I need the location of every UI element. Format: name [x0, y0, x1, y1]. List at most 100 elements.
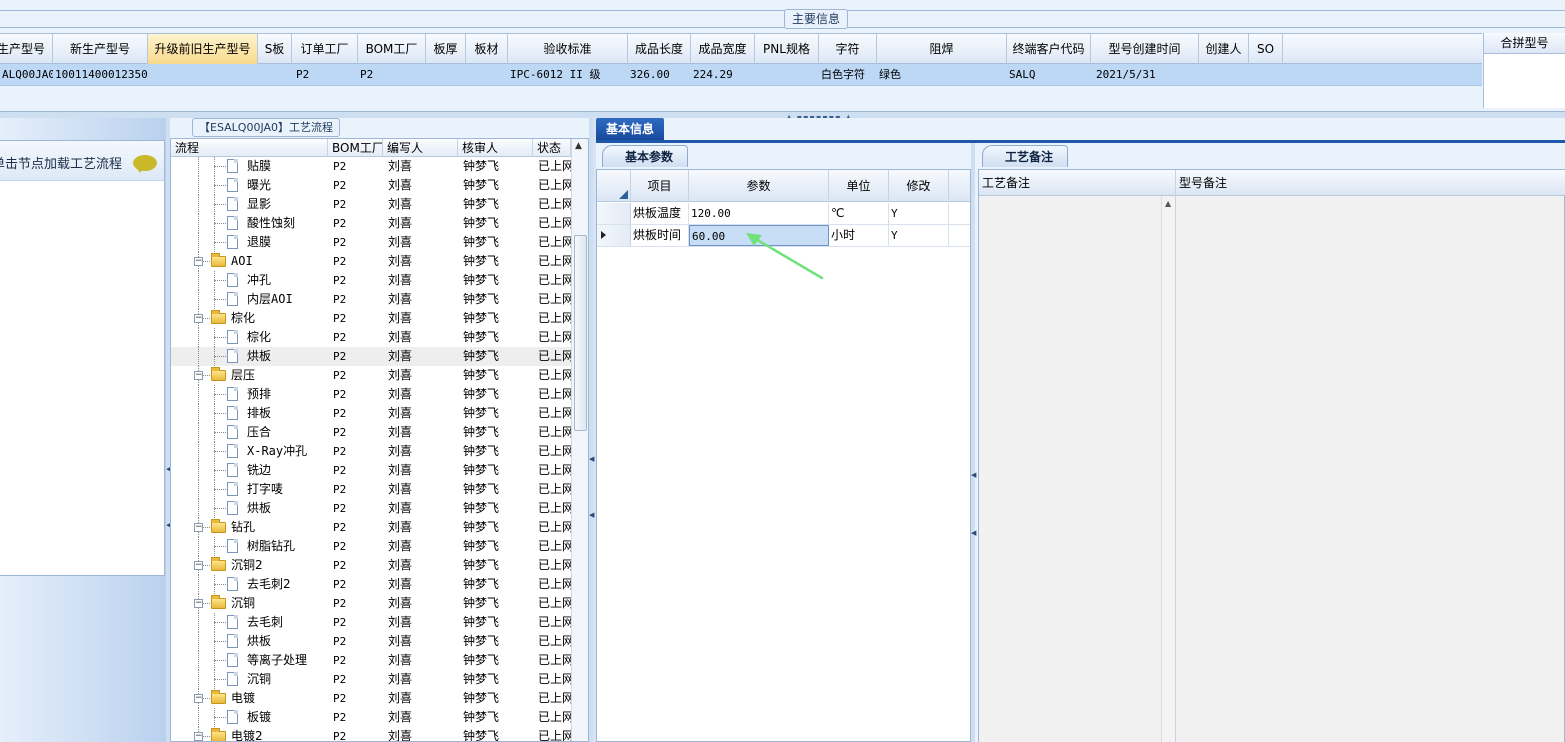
tree-row[interactable]: − 钻孔 P2 刘喜 钟梦飞 已上网 — [171, 518, 571, 537]
tree-row[interactable]: 退膜 P2 刘喜 钟梦飞 已上网 — [171, 233, 571, 252]
column-header[interactable]: 生产型号 — [0, 34, 53, 64]
tree-row[interactable]: 去毛刺 P2 刘喜 钟梦飞 已上网 — [171, 613, 571, 632]
param-value-input[interactable]: 120.00 — [689, 203, 829, 224]
tab-basic-params[interactable]: 基本参数 — [602, 145, 689, 167]
data-cell[interactable]: 2021/5/31 — [1094, 64, 1199, 86]
column-header[interactable]: SO — [1249, 34, 1283, 64]
tab-process-notes[interactable]: 工艺备注 — [982, 145, 1069, 167]
tree-row[interactable]: − 层压 P2 刘喜 钟梦飞 已上网 — [171, 366, 571, 385]
column-header[interactable]: 验收标准 — [508, 34, 628, 64]
data-cell[interactable]: 绿色 — [877, 64, 1007, 86]
tree-row[interactable]: 内层AOI P2 刘喜 钟梦飞 已上网 — [171, 290, 571, 309]
tree-column-header[interactable]: 状态 — [533, 139, 571, 157]
data-cell[interactable]: 白色字符 — [819, 64, 877, 86]
params-column-header[interactable]: 参数 — [689, 170, 829, 202]
tree-row[interactable]: 压合 P2 刘喜 钟梦飞 已上网 — [171, 423, 571, 442]
tree-row[interactable]: − 棕化 P2 刘喜 钟梦飞 已上网 — [171, 309, 571, 328]
tree-row[interactable]: 铣边 P2 刘喜 钟梦飞 已上网 — [171, 461, 571, 480]
tree-row[interactable]: 预排 P2 刘喜 钟梦飞 已上网 — [171, 385, 571, 404]
row-indicator[interactable] — [597, 203, 631, 224]
tree-row[interactable]: − 沉铜2 P2 刘喜 钟梦飞 已上网 — [171, 556, 571, 575]
tree-row[interactable]: 打字唛 P2 刘喜 钟梦飞 已上网 — [171, 480, 571, 499]
column-header[interactable]: 创建人 — [1199, 34, 1249, 64]
tree-row[interactable]: 去毛刺2 P2 刘喜 钟梦飞 已上网 — [171, 575, 571, 594]
column-header[interactable]: 字符 — [819, 34, 877, 64]
param-item-cell[interactable]: 烘板时间 — [631, 225, 689, 246]
tree-row[interactable]: 沉铜 P2 刘喜 钟梦飞 已上网 — [171, 670, 571, 689]
tree-row[interactable]: 贴膜 P2 刘喜 钟梦飞 已上网 — [171, 157, 571, 176]
tree-row[interactable]: − 电镀 P2 刘喜 钟梦飞 已上网 — [171, 689, 571, 708]
column-header[interactable]: 成品长度 — [628, 34, 691, 64]
collapse-node-icon[interactable]: − — [194, 732, 203, 741]
column-header[interactable]: 板厚 — [426, 34, 466, 64]
main-info-data-row[interactable]: ALQ00JA0 10011400012350 P2 P2 IPC-6012 II 级3… — [0, 64, 1482, 86]
tree-row[interactable]: 冲孔 P2 刘喜 钟梦飞 已上网 — [171, 271, 571, 290]
param-value-input[interactable]: 60.00 — [689, 225, 829, 246]
tree-row[interactable]: 烘板 P2 刘喜 钟梦飞 已上网 — [171, 347, 571, 366]
tree-row[interactable]: 烘板 P2 刘喜 钟梦飞 已上网 — [171, 499, 571, 518]
tree-column-header[interactable]: BOM工厂 — [328, 139, 383, 157]
data-cell[interactable] — [1199, 64, 1249, 86]
collapse-node-icon[interactable]: − — [194, 523, 203, 532]
collapse-node-icon[interactable]: − — [194, 314, 203, 323]
collapse-node-icon[interactable]: − — [194, 257, 203, 266]
param-modify-cell[interactable]: Y — [889, 225, 949, 246]
tree-row[interactable]: X-Ray冲孔 P2 刘喜 钟梦飞 已上网 — [171, 442, 571, 461]
column-header[interactable]: 终端客户代码 — [1007, 34, 1091, 64]
column-header[interactable]: S板 — [258, 34, 292, 64]
collapse-node-icon[interactable]: − — [194, 599, 203, 608]
scroll-up-icon[interactable]: ▲ — [575, 141, 582, 151]
tree-column-header[interactable]: 编写人 — [383, 139, 458, 157]
data-cell[interactable] — [258, 64, 294, 86]
params-column-header[interactable]: 单位 — [829, 170, 889, 202]
middle-vertical-splitter[interactable]: ◀ ◀ — [589, 118, 594, 742]
right-vertical-splitter[interactable]: ◀ ◀ — [971, 143, 976, 742]
row-indicator[interactable] — [597, 225, 631, 246]
params-column-header[interactable]: 项目 — [631, 170, 689, 202]
data-cell[interactable] — [1249, 64, 1283, 86]
collapse-node-icon[interactable]: − — [194, 561, 203, 570]
data-cell[interactable] — [466, 64, 508, 86]
note-scrollbar[interactable]: ▲ — [1161, 196, 1175, 742]
param-unit-cell[interactable]: 小时 — [829, 225, 889, 246]
data-cell[interactable] — [148, 64, 258, 86]
tree-scrollbar[interactable]: ▲ — [571, 139, 588, 741]
tab-basic-info[interactable]: 基本信息 — [596, 118, 664, 141]
data-cell[interactable]: SALQ — [1007, 64, 1094, 86]
merge-model-header[interactable]: 合拼型号 — [1484, 33, 1565, 54]
data-cell[interactable] — [755, 64, 819, 86]
data-cell[interactable] — [426, 64, 466, 86]
tree-column-header[interactable]: 流程 — [171, 139, 328, 157]
tree-row[interactable]: 树脂钻孔 P2 刘喜 钟梦飞 已上网 — [171, 537, 571, 556]
column-header[interactable]: 新生产型号 — [53, 34, 148, 64]
tree-row[interactable]: 显影 P2 刘喜 钟梦飞 已上网 — [171, 195, 571, 214]
data-cell[interactable]: ALQ00JA0 — [0, 64, 53, 86]
tree-row[interactable]: 酸性蚀刻 P2 刘喜 钟梦飞 已上网 — [171, 214, 571, 233]
scroll-thumb[interactable] — [574, 235, 587, 431]
column-header[interactable]: BOM工厂 — [358, 34, 426, 64]
data-cell[interactable]: 224.29 — [691, 64, 755, 86]
data-cell[interactable]: P2 — [294, 64, 358, 86]
data-cell[interactable]: P2 — [358, 64, 426, 86]
data-cell[interactable]: 10011400012350 — [53, 64, 148, 86]
params-row[interactable]: 烘板时间 60.00 小时 Y — [597, 225, 970, 247]
main-info-title[interactable]: 主要信息 — [784, 9, 848, 29]
tree-row[interactable]: 棕化 P2 刘喜 钟梦飞 已上网 — [171, 328, 571, 347]
column-header[interactable]: PNL规格 — [755, 34, 819, 64]
tree-row[interactable]: 等离子处理 P2 刘喜 钟梦飞 已上网 — [171, 651, 571, 670]
data-cell[interactable]: IPC-6012 II 级 — [508, 64, 628, 86]
model-note-input[interactable] — [1176, 196, 1564, 742]
data-cell[interactable]: 326.00 — [628, 64, 691, 86]
column-header[interactable]: 型号创建时间 — [1091, 34, 1199, 64]
tree-row[interactable]: 烘板 P2 刘喜 钟梦飞 已上网 — [171, 632, 571, 651]
tree-row[interactable]: 曝光 P2 刘喜 钟梦飞 已上网 — [171, 176, 571, 195]
column-header[interactable]: 订单工厂 — [292, 34, 358, 64]
process-note-input[interactable]: ▲ — [979, 196, 1176, 742]
column-header[interactable]: 成品宽度 — [691, 34, 755, 64]
tree-row[interactable]: − 电镀2 P2 刘喜 钟梦飞 已上网 — [171, 727, 571, 741]
column-header[interactable]: 阻焊 — [877, 34, 1007, 64]
column-header[interactable]: 升级前旧生产型号 — [148, 34, 258, 64]
tree-column-header[interactable]: 核审人 — [458, 139, 533, 157]
tree-row[interactable]: − AOI P2 刘喜 钟梦飞 已上网 — [171, 252, 571, 271]
params-column-header[interactable]: 修改 — [889, 170, 949, 202]
